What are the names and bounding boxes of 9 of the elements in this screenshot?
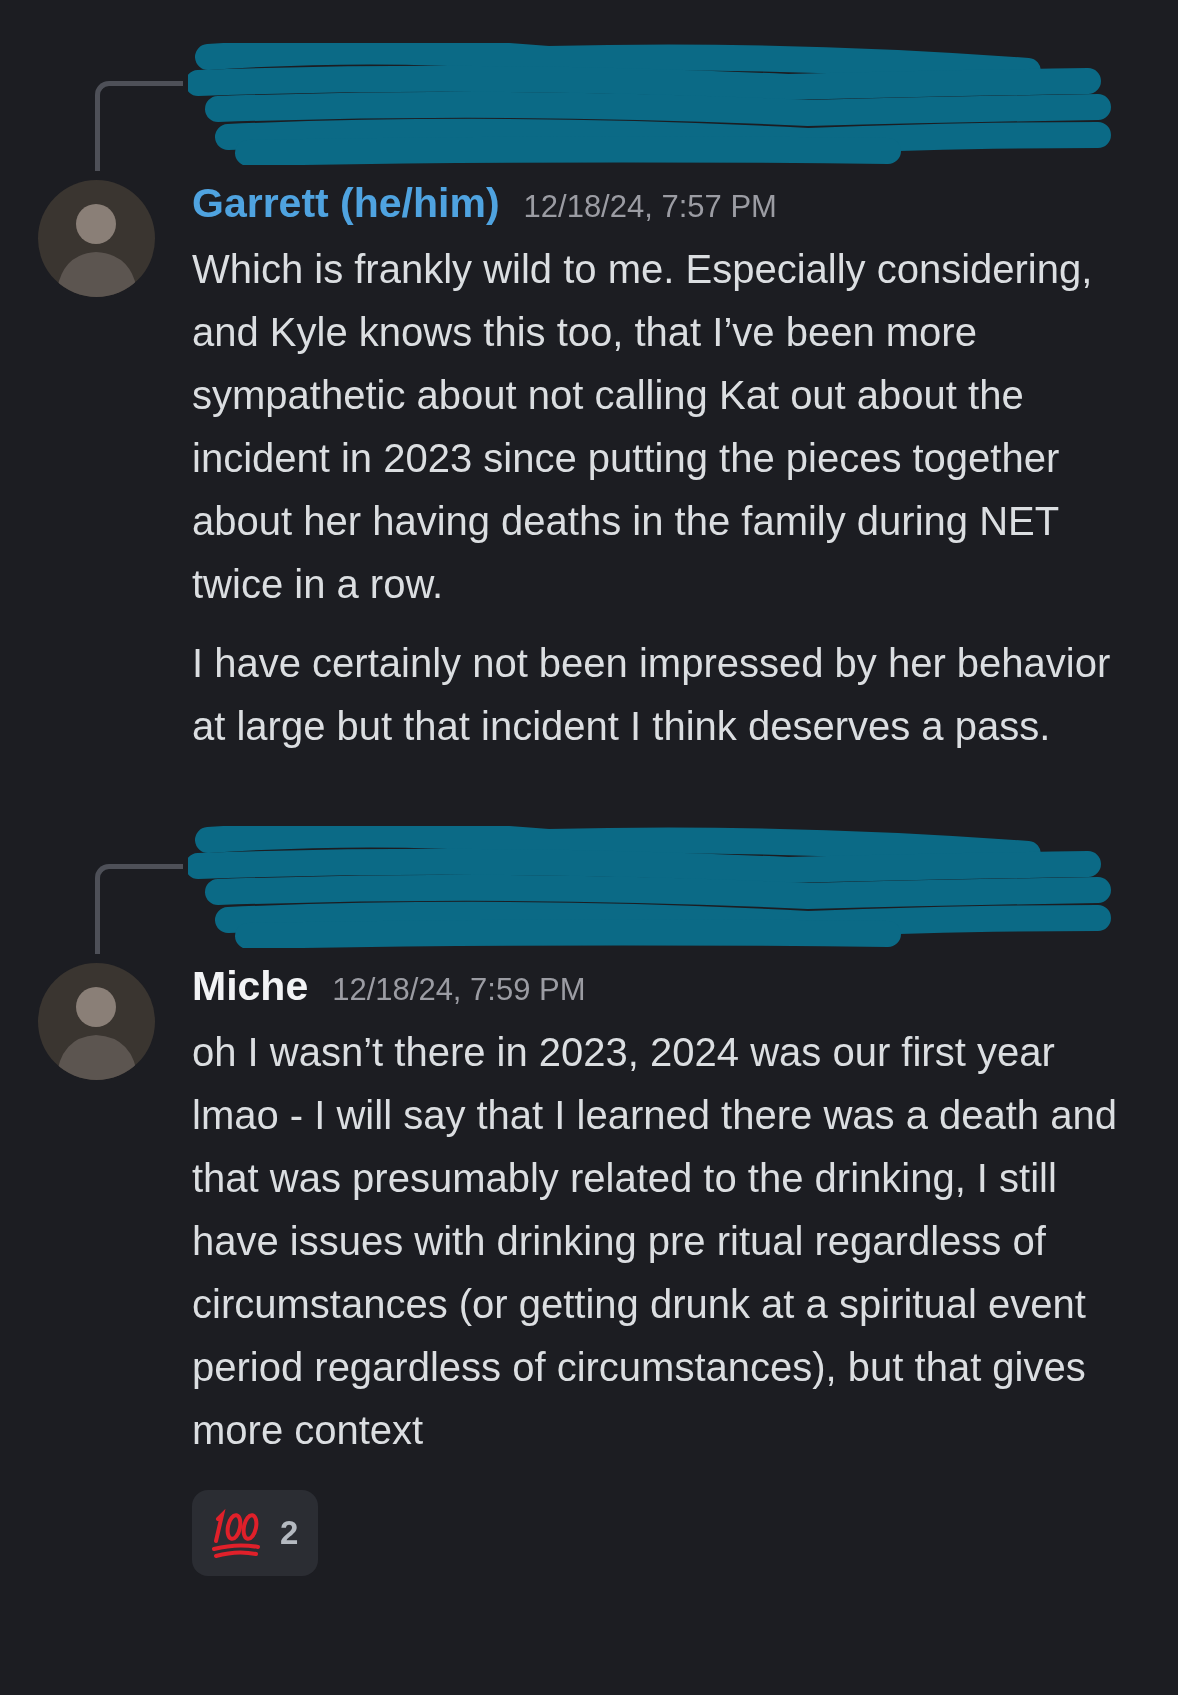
reaction-button[interactable]: 2 <box>192 1490 319 1576</box>
message-text: I have certainly not been impressed by her behavior at large but that incident I think deserves a pass. <box>192 640 1112 750</box>
timestamp: 12/18/24, 7:59 PM <box>332 972 586 1008</box>
author-name[interactable]: Garrett (he/him) <box>192 180 500 227</box>
timestamp: 12/18/24, 7:57 PM <box>523 189 777 225</box>
message-text: oh I wasn’t there in 2023, 2024 was our first year lmao - I will say that I learned there was a death and that was presumably related to the drinking, I still have issues with drinking pre ritual regardless of circumstances (or getting drunk at a spiritual event period regardless of circumstances), but that gives more context <box>192 1029 1118 1454</box>
hundred-points-icon <box>212 1507 262 1559</box>
author-name[interactable]: Miche <box>192 963 309 1010</box>
message-text: Which is frankly wild to me. Especially considering, and Kyle knows this too, that I’ve been more sympathetic about not calling Kat out about the incident in 2023 since putting the pieces together about her having deaths in the family during NET twice in a row. <box>192 246 1094 608</box>
